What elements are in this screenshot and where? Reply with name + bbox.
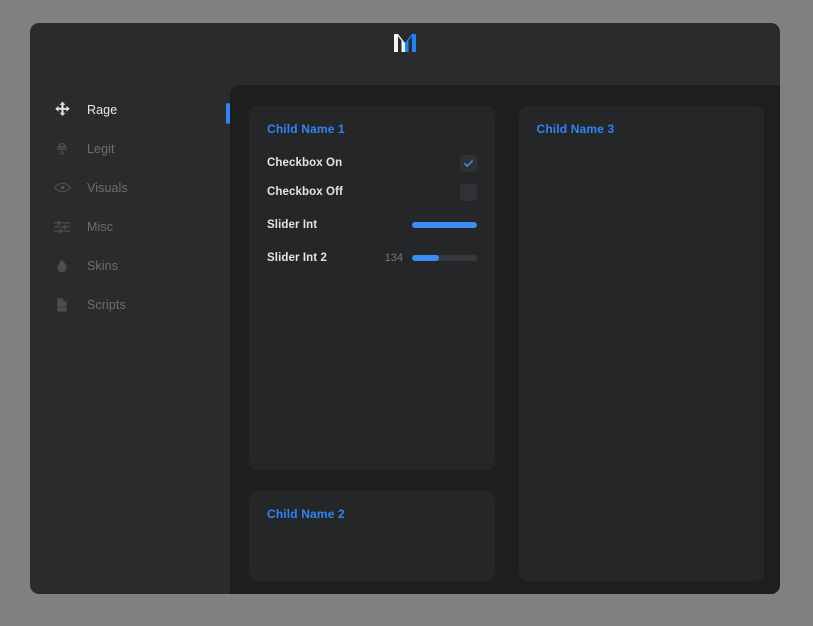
sidebar-item-visuals[interactable]: Visuals (30, 168, 200, 207)
group-child-name-3: Child Name 3 (518, 106, 764, 581)
sliders-icon (52, 217, 72, 237)
spy-agent-icon (52, 139, 72, 159)
sidebar-item-label: Rage (87, 102, 118, 117)
group-child-name-2: Child Name 2 (249, 490, 495, 581)
sidebar-nav: Rage Legit Visuals Misc Skins </> Script… (30, 90, 200, 324)
sidebar-item-misc[interactable]: Misc (30, 207, 200, 246)
checkbox-off[interactable] (459, 183, 477, 201)
group-title: Child Name 2 (267, 506, 345, 521)
column-right: Child Name 3 (518, 106, 764, 581)
control-label: Checkbox On (267, 157, 343, 169)
control-label: Slider Int (267, 219, 318, 231)
sidebar-item-label: Visuals (87, 180, 128, 195)
group-title: Child Name 1 (267, 122, 345, 136)
slider-int-2-row: Slider Int 2 134 (267, 246, 477, 270)
water-drop-icon (52, 256, 72, 276)
slider-int-row: Slider Int (267, 213, 477, 237)
control-label: Slider Int 2 (267, 252, 327, 264)
svg-text:</>: </> (58, 304, 67, 310)
sidebar-item-label: Skins (87, 258, 119, 273)
code-file-icon: </> (52, 295, 72, 315)
sidebar: Rage Legit Visuals Misc Skins </> Script… (30, 62, 200, 594)
column-left: Child Name 1 Checkbox On Checkbox Off Sl… (249, 106, 495, 581)
sidebar-item-rage[interactable]: Rage (30, 90, 200, 129)
group-title: Child Name 3 (536, 122, 615, 136)
checkbox-on-wrap (459, 154, 477, 172)
sidebar-item-label: Misc (87, 219, 114, 234)
sidebar-item-label: Scripts (87, 297, 126, 312)
checkbox-on-row: Checkbox On (267, 152, 477, 174)
sidebar-item-label: Legit (87, 141, 115, 156)
slider-int-2-value: 134 (384, 252, 403, 264)
slider-int[interactable] (412, 222, 477, 228)
sidebar-item-skins[interactable]: Skins (30, 246, 200, 285)
checkbox-on[interactable] (459, 154, 477, 172)
slider-int-fill (412, 222, 477, 228)
checkbox-off-wrap (459, 183, 477, 201)
app-window: Rage Legit Visuals Misc Skins </> Script… (30, 23, 780, 594)
content-area: Child Name 1 Checkbox On Checkbox Off Sl… (230, 85, 780, 594)
title-bar (30, 23, 780, 62)
checkbox-off-row: Checkbox Off (267, 181, 477, 203)
slider-int-2[interactable] (412, 255, 477, 261)
group-columns: Child Name 1 Checkbox On Checkbox Off Sl… (249, 106, 764, 581)
sidebar-item-legit[interactable]: Legit (30, 129, 200, 168)
control-label: Checkbox Off (267, 186, 343, 198)
sidebar-item-scripts[interactable]: </> Scripts (30, 285, 200, 324)
slider-int-2-fill (412, 255, 440, 261)
group-child-name-1: Child Name 1 Checkbox On Checkbox Off Sl… (249, 106, 495, 470)
eye-icon (52, 178, 72, 198)
check-icon (463, 159, 473, 167)
move-arrows-icon (52, 100, 72, 120)
m-logo (394, 33, 416, 52)
